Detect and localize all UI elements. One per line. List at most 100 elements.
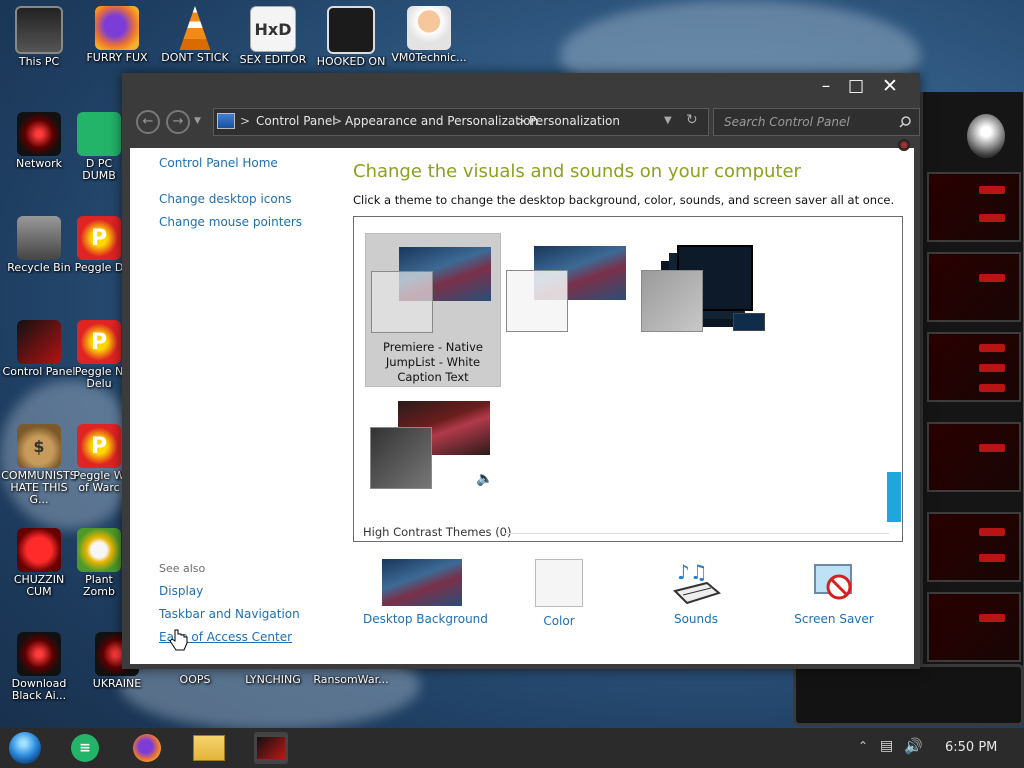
back-button[interactable]: ←	[136, 110, 160, 134]
change-mouse-pointers-link[interactable]: Change mouse pointers	[159, 215, 302, 229]
money-bag-icon: $	[17, 424, 61, 468]
peggle-icon: P	[77, 320, 121, 364]
sounds-button[interactable]: ♪♫ Sounds	[656, 559, 736, 626]
theme-color-swatch	[506, 270, 568, 332]
desktop-icon-d-pc[interactable]: D PC DUMB	[70, 112, 128, 182]
desktop-icon-peggle-d[interactable]: P Peggle D	[70, 216, 128, 274]
notes-app-icon: ≡	[71, 734, 99, 762]
icon-label: COMMUNISTS HATE THIS G...	[1, 470, 77, 506]
vlc-cone-icon	[179, 6, 211, 50]
forward-button[interactable]: →	[166, 110, 190, 134]
start-button[interactable]	[8, 732, 42, 764]
breadcrumb-separator-icon: >	[516, 114, 527, 128]
see-also-heading: See also	[159, 562, 206, 575]
desktop-icon-download[interactable]: Download Black Ai...	[0, 632, 78, 702]
refresh-icon[interactable]: ↻	[686, 112, 698, 128]
clock[interactable]: 6:50 PM	[945, 740, 997, 755]
maximize-button[interactable]: □	[843, 75, 869, 97]
monitor-icon	[15, 6, 63, 54]
icon-label: This PC	[18, 56, 60, 68]
chuzzle-icon	[17, 528, 61, 572]
theme-4[interactable]: 🔈	[365, 387, 499, 539]
color-button[interactable]: Color	[519, 559, 599, 628]
desktop-icon-peggle-w[interactable]: P Peggle W of Warc	[70, 424, 128, 494]
taskbar-file-explorer[interactable]	[192, 732, 226, 764]
network-tray-icon[interactable]: ▤	[880, 738, 893, 754]
hex-editor-icon: HxD	[250, 6, 296, 52]
desktop-icon-oops[interactable]: OOPS	[156, 674, 234, 686]
desktop-icon-chuzzin[interactable]: CHUZZIN CUM	[0, 528, 78, 598]
screen-saver-button[interactable]: Screen Saver	[794, 559, 874, 626]
search-box[interactable]	[713, 108, 920, 136]
taskbar-control-panel[interactable]	[254, 732, 288, 764]
volume-tray-icon[interactable]: 🔊	[904, 737, 923, 755]
taskbar-notes[interactable]: ≡	[68, 732, 102, 764]
minimize-button[interactable]: –	[813, 75, 839, 97]
gadget-slot	[927, 332, 1021, 402]
icon-label: D PC DUMB	[82, 158, 116, 182]
icon-label: Recycle Bin	[7, 262, 71, 274]
address-dropdown-icon[interactable]: ▼	[664, 115, 672, 126]
gadget-slot	[927, 512, 1021, 582]
theme-color-swatch	[641, 270, 703, 332]
desktop-icon-sex-editor[interactable]: HxD SEX EDITOR	[234, 6, 312, 66]
close-button[interactable]: ✕	[877, 75, 903, 97]
breadcrumb-personalization[interactable]: Personalization	[529, 114, 620, 128]
group-divider	[504, 533, 889, 534]
svg-text:♪♫: ♪♫	[677, 560, 708, 584]
alien-help-icon[interactable]	[898, 139, 910, 151]
control-panel-home-link[interactable]: Control Panel Home	[159, 156, 278, 170]
breadcrumb-appearance[interactable]: Appearance and Personalization	[345, 114, 538, 128]
hand-cursor-icon	[169, 629, 188, 651]
bottom-item-label: Color	[543, 614, 575, 628]
theme-gallery: Premiere - Native JumpList - White Capti…	[353, 216, 903, 542]
desktop-icon-ransomware[interactable]: RansomWar...	[312, 674, 390, 686]
icon-label: Peggle N Delu	[74, 366, 124, 390]
desktop-icon-hooked-on[interactable]: HOOKED ON	[312, 6, 390, 68]
theme-3[interactable]	[637, 233, 771, 385]
desktop-icon-network[interactable]: Network	[0, 112, 78, 170]
theme-2[interactable]	[501, 233, 635, 385]
desktop-icon-furry-fux[interactable]: FURRY FUX	[78, 6, 156, 64]
theme-premiere-selected[interactable]: Premiere - Native JumpList - White Capti…	[365, 233, 501, 387]
change-desktop-icons-link[interactable]: Change desktop icons	[159, 192, 292, 206]
breadcrumb-separator-icon: >	[332, 114, 343, 128]
desktop-icon-plants[interactable]: Plant Zomb	[70, 528, 128, 598]
icon-label: DONT STICK	[161, 52, 229, 64]
address-field[interactable]: > Control Panel > Appearance and Persona…	[213, 108, 709, 136]
taskbar-navigation-link[interactable]: Taskbar and Navigation	[159, 607, 300, 621]
control-panel-icon	[257, 737, 285, 759]
icon-label: Network	[16, 158, 62, 170]
tray-overflow-chevron-icon[interactable]: ⌃	[858, 739, 868, 753]
desktop-background-button[interactable]: Desktop Background	[363, 559, 488, 626]
desktop-icon-dont-stick[interactable]: DONT STICK	[156, 6, 234, 64]
desktop-icon-communists[interactable]: $ COMMUNISTS HATE THIS G...	[0, 424, 78, 506]
personalization-window: – □ ✕ ← → ▼ > Control Panel > Appearance…	[122, 73, 920, 669]
download-icon	[17, 632, 61, 676]
desktop-icon-recycle-bin[interactable]: Recycle Bin	[0, 216, 78, 274]
sounds-keyboard-icon: ♪♫	[673, 560, 721, 605]
firefox-icon	[95, 6, 139, 50]
breadcrumb-control-panel[interactable]: Control Panel	[256, 114, 336, 128]
app-icon	[77, 112, 121, 156]
icon-label: Control Panel	[2, 366, 76, 378]
high-contrast-group-label: High Contrast Themes (0)	[363, 525, 512, 539]
address-bar: ← → ▼ > Control Panel > Appearance and P…	[130, 108, 920, 136]
icon-label: VM0Technic...	[391, 52, 467, 64]
desktop-icon-vm0technic[interactable]: VM0Technic...	[390, 6, 468, 64]
bottom-item-label: Desktop Background	[363, 612, 488, 626]
desktop-icon-peggle-n[interactable]: P Peggle N Delu	[70, 320, 128, 390]
taskbar-firefox[interactable]	[130, 732, 164, 764]
scrollbar-thumb[interactable]	[887, 472, 901, 522]
gadget-slot	[927, 592, 1021, 662]
search-input[interactable]	[722, 113, 896, 131]
desktop-icon-control-panel[interactable]: Control Panel	[0, 320, 78, 378]
display-link[interactable]: Display	[159, 584, 203, 598]
icon-label: OOPS	[179, 674, 211, 686]
desktop-icon-lynching[interactable]: LYNCHING	[234, 674, 312, 686]
desktop-icon-this-pc[interactable]: This PC	[0, 6, 78, 68]
icon-label: UKRAINE	[92, 678, 142, 690]
search-icon[interactable]	[899, 116, 911, 128]
gadget-slot	[927, 172, 1021, 242]
recent-pages-chevron-icon[interactable]: ▼	[194, 116, 201, 126]
